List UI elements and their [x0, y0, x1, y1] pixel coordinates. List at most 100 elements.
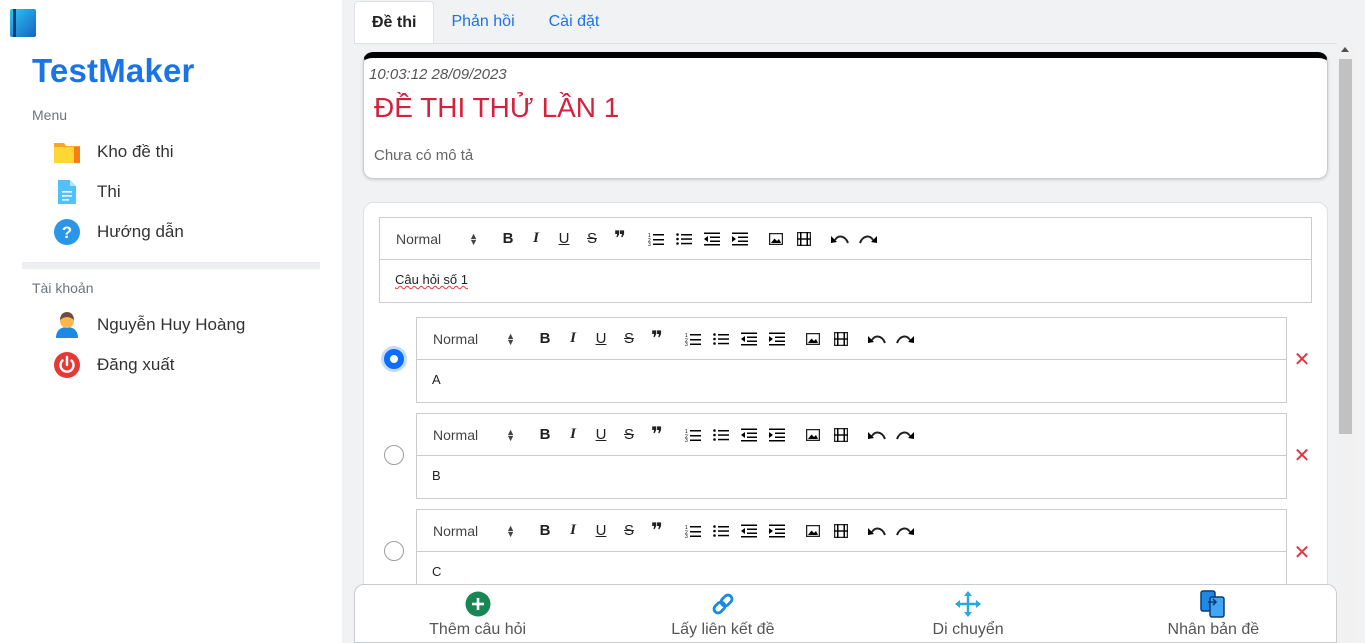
ordered-list-icon[interactable]: 123	[679, 423, 707, 447]
image-icon[interactable]	[799, 519, 827, 543]
indent-icon[interactable]	[763, 327, 791, 351]
bullet-list-icon[interactable]	[707, 519, 735, 543]
sidebar-item-label: Thi	[97, 182, 121, 201]
answer-radio-b[interactable]	[384, 445, 404, 465]
image-icon[interactable]	[799, 327, 827, 351]
underline-icon[interactable]: U	[550, 227, 578, 251]
exam-title[interactable]: ĐỀ THI THỬ LẦN 1	[374, 92, 619, 124]
scrollbar-thumb[interactable]	[1339, 59, 1352, 434]
tab-settings[interactable]: Cài đặt	[532, 1, 617, 43]
italic-icon[interactable]: I	[559, 423, 587, 447]
question-text[interactable]: Câu hỏi số 1	[380, 260, 1311, 299]
bold-icon[interactable]: B	[531, 423, 559, 447]
sidebar-item-user[interactable]: Nguyễn Huy Hoàng	[52, 310, 245, 340]
bullet-list-icon[interactable]	[707, 423, 735, 447]
duplicate-exam-button[interactable]: Nhân bản đề	[1091, 585, 1336, 642]
italic-icon[interactable]: I	[559, 519, 587, 543]
delete-answer-icon[interactable]: ✕	[1292, 542, 1312, 564]
blockquote-icon[interactable]: ❞	[606, 227, 634, 251]
video-icon[interactable]	[790, 227, 818, 251]
sidebar-item-exam-bank[interactable]: Kho đề thi	[52, 137, 174, 167]
italic-icon[interactable]: I	[559, 327, 587, 351]
folder-icon	[52, 137, 82, 167]
indent-icon[interactable]	[726, 227, 754, 251]
blockquote-icon[interactable]: ❞	[643, 327, 671, 351]
italic-icon[interactable]: I	[522, 227, 550, 251]
brand-title: TestMaker	[32, 52, 195, 89]
get-link-button[interactable]: Lấy liên kết đề	[600, 585, 845, 642]
video-icon[interactable]	[827, 519, 855, 543]
editor-toolbar: Normal ▲ ▼ B I U S ❞ 123	[417, 318, 1286, 360]
outdent-icon[interactable]	[735, 327, 763, 351]
sidebar: TestMaker Menu Kho đề thi Thi ? Hướng dẫ…	[0, 0, 342, 643]
sidebar-item-guide[interactable]: ? Hướng dẫn	[52, 217, 184, 247]
format-select[interactable]: Normal ▲ ▼	[433, 523, 515, 539]
video-icon[interactable]	[827, 423, 855, 447]
document-icon	[52, 177, 82, 207]
bullet-list-icon[interactable]	[707, 327, 735, 351]
image-icon[interactable]	[799, 423, 827, 447]
redo-icon[interactable]	[891, 519, 919, 543]
underline-icon[interactable]: U	[587, 327, 615, 351]
menu-section-label: Menu	[32, 107, 68, 123]
ordered-list-icon[interactable]: 123	[679, 327, 707, 351]
add-question-button[interactable]: Thêm câu hỏi	[355, 585, 600, 642]
bullet-list-icon[interactable]	[670, 227, 698, 251]
strikethrough-icon[interactable]: S	[615, 327, 643, 351]
sidebar-item-logout[interactable]: Đăng xuất	[52, 350, 175, 380]
format-select[interactable]: Normal ▲ ▼	[433, 331, 515, 347]
tab-responses[interactable]: Phản hồi	[434, 1, 531, 43]
exam-description[interactable]: Chưa có mô tả	[374, 147, 473, 164]
strikethrough-icon[interactable]: S	[615, 519, 643, 543]
delete-answer-icon[interactable]: ✕	[1292, 445, 1312, 467]
strikethrough-icon[interactable]: S	[615, 423, 643, 447]
outdent-icon[interactable]	[735, 423, 763, 447]
svg-text:3: 3	[685, 534, 688, 538]
redo-icon[interactable]	[854, 227, 882, 251]
bottom-action-bar: Thêm câu hỏi Lấy liên kết đề Di chuyển N…	[354, 584, 1337, 643]
sidebar-item-exam[interactable]: Thi	[52, 177, 121, 207]
format-select[interactable]: Normal ▲ ▼	[396, 231, 478, 247]
strikethrough-icon[interactable]: S	[578, 227, 606, 251]
undo-icon[interactable]	[863, 519, 891, 543]
answer-radio-a[interactable]	[384, 349, 404, 369]
undo-icon[interactable]	[826, 227, 854, 251]
video-icon[interactable]	[827, 327, 855, 351]
answer-editor-a: Normal ▲ ▼ B I U S ❞ 123 A	[416, 317, 1287, 403]
answer-text[interactable]: B	[417, 456, 1286, 495]
outdent-icon[interactable]	[698, 227, 726, 251]
undo-icon[interactable]	[863, 423, 891, 447]
delete-answer-icon[interactable]: ✕	[1292, 349, 1312, 371]
duplicate-icon	[1199, 590, 1227, 618]
scroll-up-icon[interactable]	[1341, 47, 1349, 52]
blockquote-icon[interactable]: ❞	[643, 423, 671, 447]
move-button[interactable]: Di chuyển	[846, 585, 1091, 642]
tab-exam[interactable]: Đề thi	[354, 1, 435, 43]
blockquote-icon[interactable]: ❞	[643, 519, 671, 543]
underline-icon[interactable]: U	[587, 519, 615, 543]
outdent-icon[interactable]	[735, 519, 763, 543]
answer-text[interactable]: A	[417, 360, 1286, 399]
plus-circle-icon	[464, 590, 492, 618]
bold-icon[interactable]: B	[531, 327, 559, 351]
indent-icon[interactable]	[763, 519, 791, 543]
undo-icon[interactable]	[863, 327, 891, 351]
image-icon[interactable]	[762, 227, 790, 251]
ordered-list-icon[interactable]: 123	[679, 519, 707, 543]
indent-icon[interactable]	[763, 423, 791, 447]
bold-icon[interactable]: B	[494, 227, 522, 251]
redo-icon[interactable]	[891, 423, 919, 447]
tabs-divider	[354, 43, 1337, 44]
underline-icon[interactable]: U	[587, 423, 615, 447]
ordered-list-icon[interactable]: 123	[642, 227, 670, 251]
svg-text:?: ?	[62, 223, 72, 242]
sidebar-item-label: Đăng xuất	[97, 355, 175, 374]
redo-icon[interactable]	[891, 327, 919, 351]
select-arrows-icon: ▲ ▼	[506, 426, 515, 443]
answer-radio-c[interactable]	[384, 541, 404, 561]
bold-icon[interactable]: B	[531, 519, 559, 543]
editor-toolbar: Normal ▲ ▼ B I U S ❞ 123	[417, 510, 1286, 552]
vertical-scrollbar[interactable]	[1337, 44, 1354, 643]
format-select[interactable]: Normal ▲ ▼	[433, 427, 515, 443]
svg-text:3: 3	[648, 242, 651, 246]
